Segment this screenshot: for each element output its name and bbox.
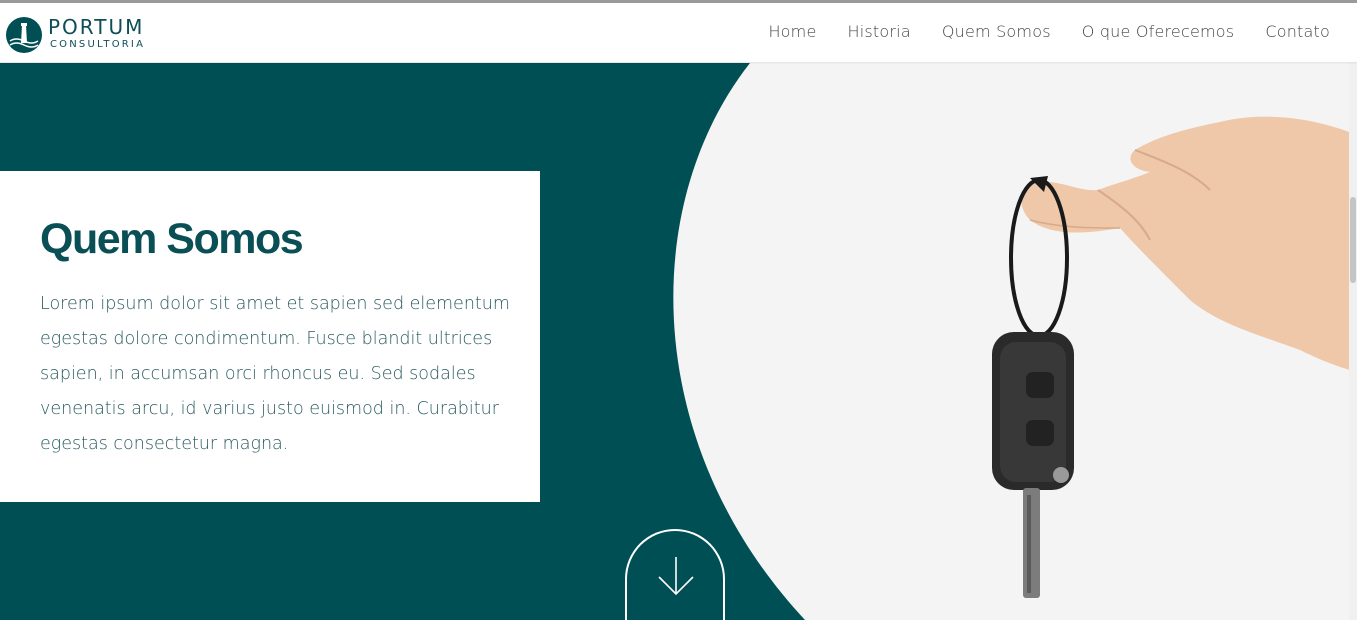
nav-o-que-oferecemos[interactable]: O que Oferecemos bbox=[1082, 22, 1235, 41]
nav-contato[interactable]: Contato bbox=[1265, 22, 1330, 41]
scroll-down-button[interactable] bbox=[625, 529, 725, 620]
lighthouse-icon bbox=[6, 17, 42, 53]
section-description: Lorem ipsum dolor sit amet et sapien sed… bbox=[40, 294, 510, 454]
scrollbar-track[interactable] bbox=[1349, 62, 1357, 620]
hero-photo bbox=[992, 116, 1357, 598]
arrow-down-icon bbox=[658, 557, 694, 596]
nav-home[interactable]: Home bbox=[768, 22, 816, 41]
logo[interactable]: PORTUM CONSULTORIA bbox=[6, 14, 166, 54]
site-header: PORTUM CONSULTORIA Home Historia Quem So… bbox=[0, 0, 1357, 62]
browser-edge bbox=[0, 0, 1357, 3]
about-card: Quem Somos Lorem ipsum dolor sit amet et… bbox=[0, 171, 540, 502]
logo-subtitle: CONSULTORIA bbox=[50, 39, 146, 50]
page: PORTUM CONSULTORIA Home Historia Quem So… bbox=[0, 0, 1357, 620]
nav-quem-somos[interactable]: Quem Somos bbox=[942, 22, 1051, 41]
section-title: Quem Somos bbox=[40, 215, 304, 263]
main-nav: Home Historia Quem Somos O que Oferecemo… bbox=[768, 22, 1330, 41]
logo-name: PORTUM bbox=[48, 15, 145, 39]
scrollbar-thumb[interactable] bbox=[1350, 197, 1356, 283]
nav-historia[interactable]: Historia bbox=[848, 22, 911, 41]
